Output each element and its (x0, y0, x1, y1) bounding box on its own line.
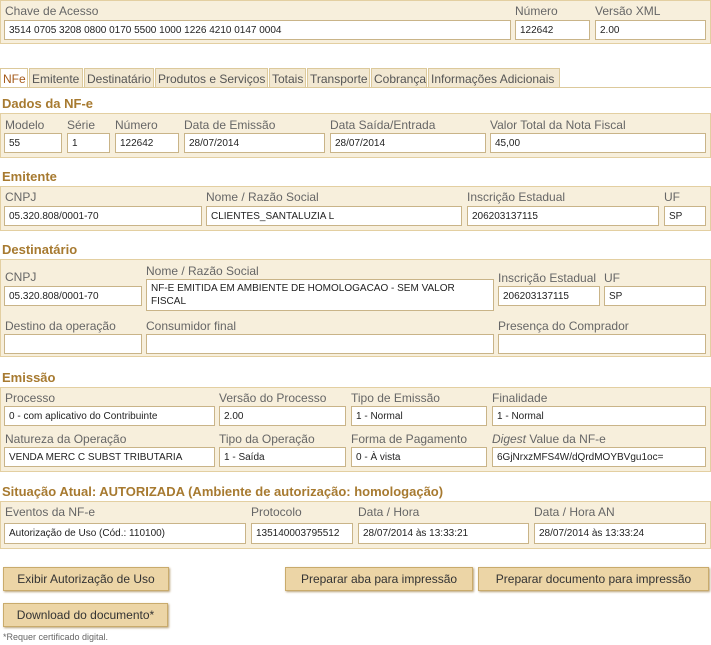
emitente-ie-field: 206203137115 (467, 206, 659, 226)
digest-value-field: 6GjNrxzMFS4W/dQrdMOYBVgu1oc= (492, 447, 706, 467)
tipo-operacao-label: Tipo da Operação (219, 432, 315, 446)
valor-total-field: 45,00 (490, 133, 706, 153)
access-key-field: 3514 0705 3208 0800 0170 5500 1000 1226 … (4, 20, 511, 40)
data-hora-an-label: Data / Hora AN (534, 505, 615, 519)
tab-produtos-servicos[interactable]: Produtos e Serviços (155, 68, 268, 88)
consumidor-final-field (146, 334, 494, 354)
destinatario-uf-label: UF (604, 271, 620, 285)
presenca-comprador-field (498, 334, 706, 354)
forma-pagamento-field: 0 - À vista (351, 447, 487, 467)
tab-totais[interactable]: Totais (269, 68, 306, 88)
dados-section-title: Dados da NF-e (2, 96, 94, 111)
destinatario-nome-label: Nome / Razão Social (146, 264, 259, 278)
protocolo-field: 135140003795512 (251, 523, 353, 544)
processo-label: Processo (5, 391, 56, 405)
dados-numero-field: 122642 (115, 133, 179, 153)
tab-cobranca[interactable]: Cobrança (371, 68, 427, 88)
destino-operacao-field (4, 334, 142, 354)
data-hora-label: Data / Hora (358, 505, 420, 519)
situacao-section-title: Situação Atual: AUTORIZADA (Ambiente de … (2, 484, 444, 499)
protocolo-label: Protocolo (251, 505, 302, 519)
emitente-section-title: Emitente (2, 169, 57, 184)
tab-destinatario[interactable]: Destinatário (84, 68, 154, 88)
emitente-uf-field: SP (664, 206, 706, 226)
serie-label: Série (67, 118, 96, 132)
natureza-operacao-field: VENDA MERC C SUBST TRIBUTARIA (4, 447, 215, 467)
processo-field: 0 - com aplicativo do Contribuinte (4, 406, 215, 426)
emitente-nome-label: Nome / Razão Social (206, 190, 319, 204)
data-saida-field: 28/07/2014 (330, 133, 486, 153)
access-key-label: Chave de Acesso (5, 4, 99, 18)
data-emissao-field: 28/07/2014 (184, 133, 325, 153)
forma-pagamento-label: Forma de Pagamento (351, 432, 468, 446)
digest-label-italic: Digest (492, 432, 527, 446)
modelo-field: 55 (4, 133, 62, 153)
destino-operacao-label: Destino da operação (5, 319, 116, 333)
exibir-autorizacao-button[interactable]: Exibir Autorização de Uso (3, 567, 169, 591)
valor-total-label: Valor Total da Nota Fiscal (490, 118, 626, 132)
emitente-cnpj-label: CNPJ (5, 190, 37, 204)
natureza-operacao-label: Natureza da Operação (5, 432, 127, 446)
xml-version-field: 2.00 (595, 20, 706, 40)
digest-label-rest: Value da NF-e (526, 432, 606, 446)
versao-processo-label: Versão do Processo (219, 391, 327, 405)
preparar-aba-button[interactable]: Preparar aba para impressão (285, 567, 473, 591)
destinatario-nome-field: NF-E EMITIDA EM AMBIENTE DE HOMOLOGACAO … (146, 279, 494, 311)
xml-version-label: Versão XML (595, 4, 661, 18)
tab-underline (0, 87, 711, 88)
emissao-section-title: Emissão (2, 370, 56, 385)
finalidade-field: 1 - Normal (492, 406, 706, 426)
destinatario-ie-field: 206203137115 (498, 286, 600, 306)
destinatario-section-title: Destinatário (2, 242, 78, 257)
preparar-documento-button[interactable]: Preparar documento para impressão (478, 567, 709, 591)
serie-field: 1 (67, 133, 110, 153)
destinatario-cnpj-label: CNPJ (5, 270, 37, 284)
destinatario-uf-field: SP (604, 286, 706, 306)
consumidor-final-label: Consumidor final (146, 319, 237, 333)
download-documento-button[interactable]: Download do documento* (3, 603, 168, 627)
eventos-label: Eventos da NF-e (5, 505, 96, 519)
presenca-comprador-label: Presença do Comprador (498, 319, 629, 333)
data-saida-label: Data Saída/Entrada (330, 118, 436, 132)
finalidade-label: Finalidade (492, 391, 548, 405)
eventos-field: Autorização de Uso (Cód.: 110100) (4, 523, 246, 544)
tab-informacoes-adicionais[interactable]: Informações Adicionais (428, 68, 560, 88)
destinatario-cnpj-field: 05.320.808/0001-70 (4, 286, 142, 306)
data-hora-field: 28/07/2014 às 13:33:21 (358, 523, 529, 544)
tab-nfe[interactable]: NFe (0, 68, 28, 88)
footnote: *Requer certificado digital. (3, 632, 109, 642)
tipo-operacao-field: 1 - Saída (219, 447, 346, 467)
digest-value-label: Digest Value da NF-e (492, 432, 606, 446)
number-field: 122642 (515, 20, 590, 40)
emitente-ie-label: Inscrição Estadual (467, 190, 566, 204)
dados-numero-label: Número (115, 118, 158, 132)
tipo-emissao-field: 1 - Normal (351, 406, 487, 426)
emitente-nome-field: CLIENTES_SANTALUZIA L (206, 206, 462, 226)
modelo-label: Modelo (5, 118, 45, 132)
destinatario-ie-label: Inscrição Estadual (498, 271, 597, 285)
data-emissao-label: Data de Emissão (184, 118, 276, 132)
tab-transporte[interactable]: Transporte (307, 68, 370, 88)
emitente-cnpj-field: 05.320.808/0001-70 (4, 206, 202, 226)
versao-processo-field: 2.00 (219, 406, 346, 426)
emitente-uf-label: UF (664, 190, 680, 204)
tipo-emissao-label: Tipo de Emissão (351, 391, 440, 405)
data-hora-an-field: 28/07/2014 às 13:33:24 (534, 523, 706, 544)
tab-emitente[interactable]: Emitente (29, 68, 83, 88)
number-label: Número (515, 4, 558, 18)
